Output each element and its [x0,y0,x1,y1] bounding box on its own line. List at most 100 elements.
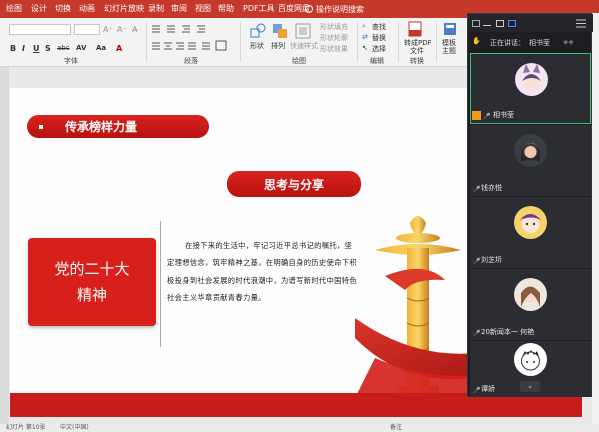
meeting-panel: ✋ 正在讲话： 相书莹 ◈◈ 相书莹 🎤 🎤 钱亦悦 🎤 刘芝圻 🎤 20新闻本… [467,13,593,397]
mic-icon: 🎤 [483,113,491,120]
host-icon [472,111,481,120]
meeting-titlebar [468,14,593,32]
replace-icon: ⇄ [362,33,368,41]
find-button[interactable]: 查找 [372,22,386,32]
clear-format-icon[interactable]: A̶ [132,25,137,34]
group-divider [357,22,358,62]
strike-button[interactable]: abc [57,44,70,52]
underline-button[interactable]: U [33,44,40,53]
shrink-font-icon[interactable]: A⁻ [117,25,127,34]
hand-icon: ✋ [472,37,481,45]
banner-title-pill: 传承榜样力量 [27,115,209,138]
template-icon[interactable] [443,22,457,36]
quick-styles-button[interactable]: 快速样式 [290,41,318,51]
group-divider [436,22,437,62]
body-paragraph: 在接下来的生活中，牢记习近平总书记的嘱托，坚定理想信念，筑牢精神之基，在明确自身… [167,241,357,303]
select-arrow-icon: ↖ [362,44,368,52]
pdf-icon[interactable] [408,21,422,37]
replace-button[interactable]: 替换 [372,33,386,43]
window-icon[interactable] [496,20,504,27]
red-box-line-2: 精神 [76,286,107,304]
language-label: 中文(中国) [60,424,89,431]
section-title-pill: 思考与分享 [227,171,361,197]
group-divider [398,22,399,62]
italic-button[interactable]: I [22,44,25,53]
shape-effects-button[interactable]: 形状效果 [320,44,348,54]
shapes-icon[interactable] [250,23,266,39]
section-title: 思考与分享 [263,177,324,192]
font-color-button[interactable]: A [116,44,122,53]
group-label-convert: 转换 [410,57,424,65]
tab-help[interactable]: 帮助 [218,3,234,15]
mic-icon: 🎤 [473,330,481,337]
participant-tile[interactable]: 🎤 钱亦悦 [470,125,591,196]
shadow-button[interactable]: S [45,44,51,53]
tab-review[interactable]: 审阅 [171,3,187,15]
quick-styles-icon[interactable] [295,23,311,39]
minimize-icon[interactable] [483,25,491,26]
mic-icon: 🎤 [473,258,481,265]
avatar [514,206,547,239]
participant-tile[interactable]: 🎤 刘芝圻 [470,197,591,268]
chevron-down-icon[interactable]: ⌄ [520,381,540,392]
tab-view[interactable]: 视图 [195,3,211,15]
right-scrollbar[interactable] [592,13,599,424]
tab-design[interactable]: 设计 [31,3,47,15]
participant-name: 谭娇 [481,385,495,393]
lightbulb-icon [305,5,313,13]
search-icon: ⌕ [362,22,366,30]
gallery-view-icon[interactable] [508,20,516,27]
participant-tile[interactable]: 相书莹 🎤 [470,53,591,124]
banner-title: 传承榜样力量 [65,120,138,134]
participant-name: 相书莹 [493,111,514,119]
char-spacing-button[interactable]: AV [76,44,86,52]
font-name-box[interactable] [9,24,71,35]
tell-me-label: 操作说明搜索 [316,4,364,14]
tab-slideshow[interactable]: 幻灯片放映 [104,3,144,15]
mic-icon: 🎤 [473,387,481,394]
avatar [514,134,547,167]
notes-button[interactable]: 备注 [390,424,402,432]
status-bar: 幻灯片 第10张 中文(中国) 备注 [0,424,599,432]
avatar [514,343,547,376]
slide-info-label: 幻灯片 第10张 [6,424,46,431]
tab-animation[interactable]: 动画 [79,3,95,15]
bold-button[interactable]: B [10,44,16,53]
red-title-box: 党的二十大 精神 [28,238,156,326]
tab-pdf-tools[interactable]: PDF工具 [243,3,275,15]
group-divider [146,22,147,62]
speaking-name: 相书莹 [529,39,550,47]
menu-icon[interactable] [576,19,586,28]
shape-outline-button[interactable]: 形状轮廓 [320,33,348,43]
avatar [515,63,548,96]
participant-tile[interactable]: 🎤 20新闻本一 何艳 [470,269,591,340]
shape-button[interactable]: 形状 [250,41,264,51]
tab-transition[interactable]: 切换 [55,3,71,15]
paragraph-buttons-icon[interactable] [150,23,234,53]
tell-me-search[interactable]: 操作说明搜索 [305,2,364,16]
layout-icon[interactable] [472,20,480,27]
speaking-label: 正在讲话： [490,39,525,47]
select-button[interactable]: 选择 [372,44,386,54]
arrange-button[interactable]: 排列 [271,41,285,51]
to-pdf-sub: 文件 [410,47,424,55]
vertical-divider [160,221,161,347]
shape-fill-button[interactable]: 形状填充 [320,22,348,32]
avatar [514,278,547,311]
speaking-bar: ✋ 正在讲话： 相书莹 ◈◈ [468,35,593,49]
bullet-dot [39,125,43,129]
group-label-font: 字体 [64,57,78,65]
group-label-paragraph: 段落 [184,57,198,65]
thumbnail-strip[interactable] [0,67,9,424]
group-divider [240,22,241,62]
mic-icon: 🎤 [473,186,481,193]
font-size-box[interactable] [74,24,100,35]
tab-record[interactable]: 录制 [148,3,164,15]
group-label-editing: 编辑 [370,57,384,65]
grow-font-icon[interactable]: A⁺ [103,25,113,34]
tab-draw[interactable]: 绘图 [6,3,22,15]
change-case-button[interactable]: Aa [96,44,106,52]
red-box-line-1: 党的二十大 [54,260,130,278]
arrange-icon[interactable] [272,23,288,39]
signal-icon: ◈◈ [563,38,574,46]
